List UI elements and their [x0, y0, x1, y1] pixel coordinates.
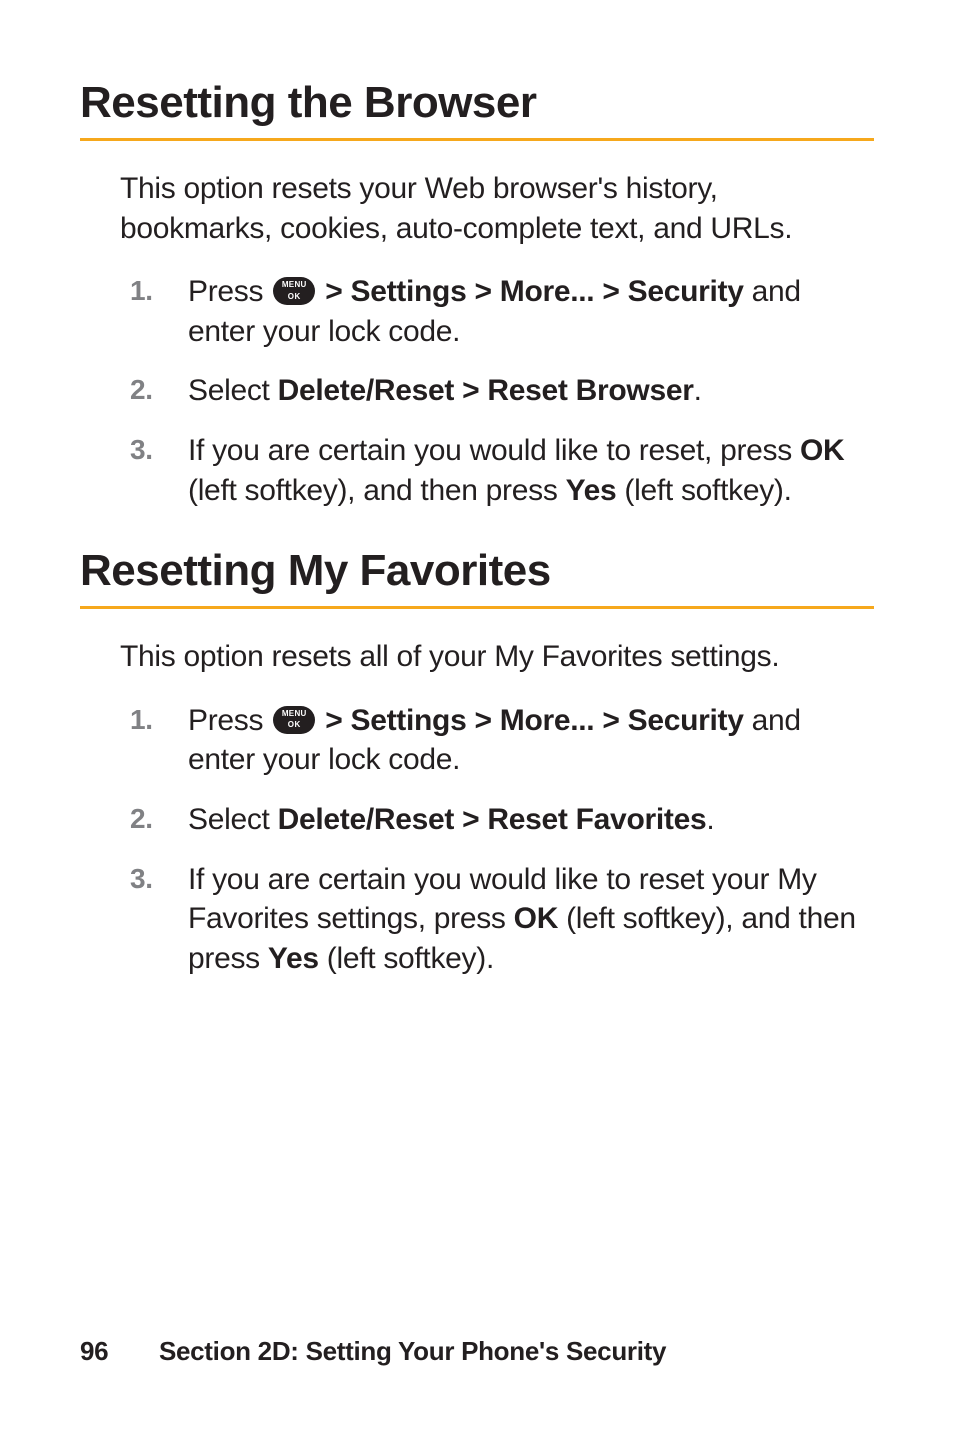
step-number: 1. — [130, 701, 188, 739]
step-number: 2. — [130, 371, 188, 409]
text: (left softkey). — [616, 474, 791, 507]
menu-path: Delete/Reset > Reset Favorites — [278, 803, 707, 836]
step-item: 2. Select Delete/Reset > Reset Browser. — [130, 371, 874, 411]
step-body: Press > Settings > More... > Security an… — [188, 701, 874, 780]
text: Press — [188, 704, 271, 737]
step-number: 3. — [130, 860, 188, 898]
page-footer: 96 Section 2D: Setting Your Phone's Secu… — [80, 1336, 666, 1367]
text: . — [706, 803, 714, 836]
intro-text: This option resets your Web browser's hi… — [120, 169, 874, 248]
step-body: If you are certain you would like to res… — [188, 431, 874, 510]
text: (left softkey). — [319, 942, 494, 975]
text: If you are certain you would like to res… — [188, 434, 800, 467]
heading-rule — [80, 138, 874, 141]
key-label: Yes — [566, 474, 617, 507]
step-body: If you are certain you would like to res… — [188, 860, 874, 979]
step-item: 2. Select Delete/Reset > Reset Favorites… — [130, 800, 874, 840]
key-label: OK — [514, 902, 558, 935]
text: . — [694, 374, 702, 407]
key-label: OK — [800, 434, 844, 467]
step-item: 1. Press > Settings > More... > Security… — [130, 272, 874, 351]
heading-resetting-favorites: Resetting My Favorites — [80, 546, 874, 596]
step-item: 1. Press > Settings > More... > Security… — [130, 701, 874, 780]
page-number: 96 — [80, 1336, 152, 1367]
heading-resetting-browser: Resetting the Browser — [80, 78, 874, 128]
text: Select — [188, 803, 278, 836]
menu-ok-icon — [273, 277, 315, 305]
intro-text: This option resets all of your My Favori… — [120, 637, 874, 677]
step-number: 2. — [130, 800, 188, 838]
step-number: 1. — [130, 272, 188, 310]
step-body: Press > Settings > More... > Security an… — [188, 272, 874, 351]
menu-path: > Settings > More... > Security — [317, 704, 743, 737]
step-body: Select Delete/Reset > Reset Browser. — [188, 371, 874, 411]
heading-rule — [80, 606, 874, 609]
manual-page: Resetting the Browser This option resets… — [0, 0, 954, 1431]
step-item: 3. If you are certain you would like to … — [130, 860, 874, 979]
menu-path: Delete/Reset > Reset Browser — [278, 374, 694, 407]
section-title: Section 2D: Setting Your Phone's Securit… — [159, 1336, 666, 1366]
step-body: Select Delete/Reset > Reset Favorites. — [188, 800, 874, 840]
step-number: 3. — [130, 431, 188, 469]
step-item: 3. If you are certain you would like to … — [130, 431, 874, 510]
steps-list: 1. Press > Settings > More... > Security… — [130, 701, 874, 979]
text: (left softkey), and then press — [188, 474, 566, 507]
steps-list: 1. Press > Settings > More... > Security… — [130, 272, 874, 510]
menu-path: > Settings > More... > Security — [317, 275, 743, 308]
text: Select — [188, 374, 278, 407]
menu-ok-icon — [273, 706, 315, 734]
text: Press — [188, 275, 271, 308]
key-label: Yes — [268, 942, 319, 975]
